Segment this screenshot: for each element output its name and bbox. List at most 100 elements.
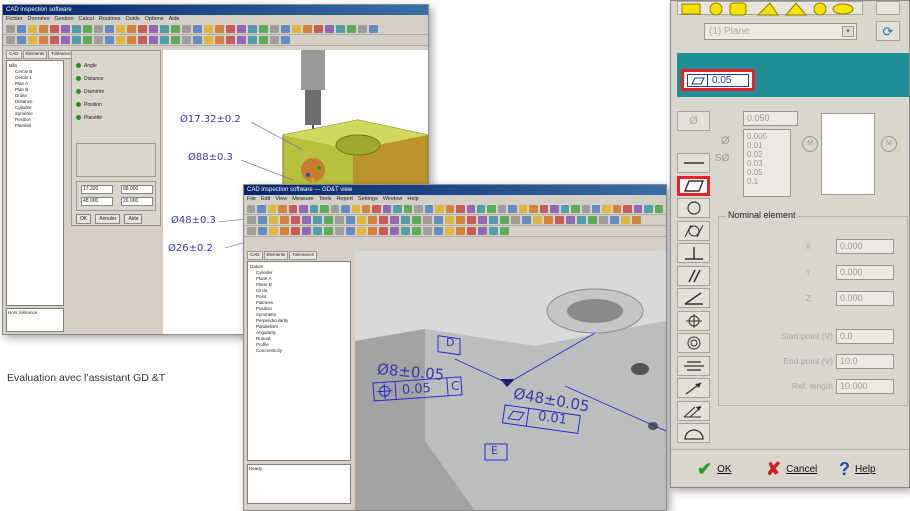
toolbar-button[interactable] [257,205,266,213]
toolbar-button[interactable] [401,216,410,224]
toolbar-button[interactable] [544,216,553,224]
toolbar-button[interactable] [270,36,279,44]
toolbar-button[interactable] [539,205,549,213]
toolbar-button[interactable] [347,25,356,33]
toolbar-button[interactable] [105,36,114,44]
flatness-button[interactable] [677,175,710,196]
toolbar-button[interactable] [314,25,323,33]
toolbar-button[interactable] [193,25,202,33]
toolbar-button[interactable] [346,216,355,224]
toolbar-button[interactable] [412,216,421,224]
toolbar-button[interactable] [518,205,528,213]
toolbar-button[interactable] [17,25,26,33]
toolbar-button[interactable] [577,216,586,224]
spherical-diameter-icon[interactable]: SØ [715,153,739,167]
toolbar-button[interactable] [456,205,465,213]
toolbar-button[interactable] [434,216,443,224]
toolbar-button[interactable] [39,25,48,33]
toolbar-button[interactable] [292,25,301,33]
toolbar-button[interactable] [466,205,475,213]
toolbar-button[interactable] [478,227,487,235]
feature-row[interactable]: Diamètre [76,85,158,98]
menu-item[interactable]: Routines [99,15,121,24]
toolbar-button[interactable] [341,205,350,213]
ok-button[interactable]: ✔ OK [697,457,732,481]
toolbar-button[interactable] [247,227,256,235]
position-button[interactable] [677,310,710,331]
toolbar-button[interactable] [270,25,279,33]
menu-item[interactable]: Measure [292,195,313,204]
toolbar-button[interactable] [456,216,465,224]
toolbar-button[interactable] [6,25,15,33]
toolbar-button[interactable] [566,216,575,224]
toolbar-button[interactable] [280,216,289,224]
cancel-button[interactable]: ✘ Cancel [766,457,817,481]
toolbar-button[interactable] [280,227,289,235]
menu-item[interactable]: Options [145,15,164,24]
menu-item[interactable]: Edit [261,195,270,204]
toolbar-button[interactable] [226,36,235,44]
toolbar-button[interactable] [522,216,531,224]
toolbar-button[interactable] [313,216,322,224]
radio-icon[interactable] [76,76,81,81]
toolbar-button[interactable] [633,205,643,213]
toolbar-button[interactable] [248,36,257,44]
toolbar-button[interactable] [550,205,559,213]
toolbar-button[interactable] [6,36,15,44]
parallelism-button[interactable] [677,265,710,286]
toolbar-button[interactable] [644,205,653,213]
toolbar-button[interactable] [361,205,371,213]
toolbar-button[interactable] [138,25,147,33]
toolbar-button[interactable] [368,216,377,224]
toolbar-button[interactable] [390,227,399,235]
z-input[interactable]: 0.000 [836,291,894,306]
toolbar-button[interactable] [281,25,290,33]
tolerance-option[interactable]: 0.005 [747,132,787,141]
toolbar-button[interactable] [497,205,507,213]
toolbar-button[interactable] [204,25,213,33]
feature-row[interactable]: Distance [76,72,158,85]
toolbar-button[interactable] [423,227,432,235]
toolbar-button[interactable] [621,216,630,224]
toolbar-button[interactable] [467,227,476,235]
toolbar-button[interactable] [357,216,366,224]
menu-item[interactable]: Window [383,195,403,204]
tree-tab[interactable]: CAD [247,251,263,260]
tree-tab[interactable]: Elements [22,50,48,59]
toolbar-button[interactable] [403,205,413,213]
toolbar-button[interactable] [445,216,454,224]
toolbar-button[interactable] [434,227,443,235]
toolbar-button[interactable] [61,36,70,44]
toolbar-button[interactable] [369,25,378,33]
toolbar-button[interactable] [303,25,312,33]
toolbar-button[interactable] [401,227,410,235]
radio-icon[interactable] [76,102,81,107]
toolbar-button[interactable] [445,227,454,235]
toolbar-button[interactable] [291,216,300,224]
panel-button[interactable]: OK [76,214,92,224]
material-modifier-button[interactable]: M [802,136,818,152]
toolbar-button[interactable] [456,227,465,235]
symmetry-button[interactable] [677,355,710,376]
value-field[interactable]: 17.320 [81,185,113,194]
toolbar-button[interactable] [248,25,257,33]
toolbar-button[interactable] [171,25,180,33]
menu-item[interactable]: Calcul [79,15,94,24]
toolbar-button[interactable] [588,216,597,224]
toolbar-button[interactable] [351,205,360,213]
toolbar-button[interactable] [320,205,329,213]
toolbar-button[interactable] [160,36,169,44]
toolbar-button[interactable] [302,216,311,224]
menu-item[interactable]: Report [336,195,353,204]
y-input[interactable]: 0.000 [836,265,894,280]
toolbar-button[interactable] [612,205,622,213]
tree-tab[interactable]: Tolerances [289,251,318,260]
diameter-button[interactable]: Ø [677,111,710,131]
x-input[interactable]: 0.000 [836,239,894,254]
toolbar-button[interactable] [368,227,377,235]
toolbar-button[interactable] [336,25,345,33]
toolbar-button[interactable] [204,36,213,44]
feature-row[interactable]: Planéité [76,111,158,124]
toolbar-button[interactable] [324,227,333,235]
menu-item[interactable]: File [247,195,256,204]
